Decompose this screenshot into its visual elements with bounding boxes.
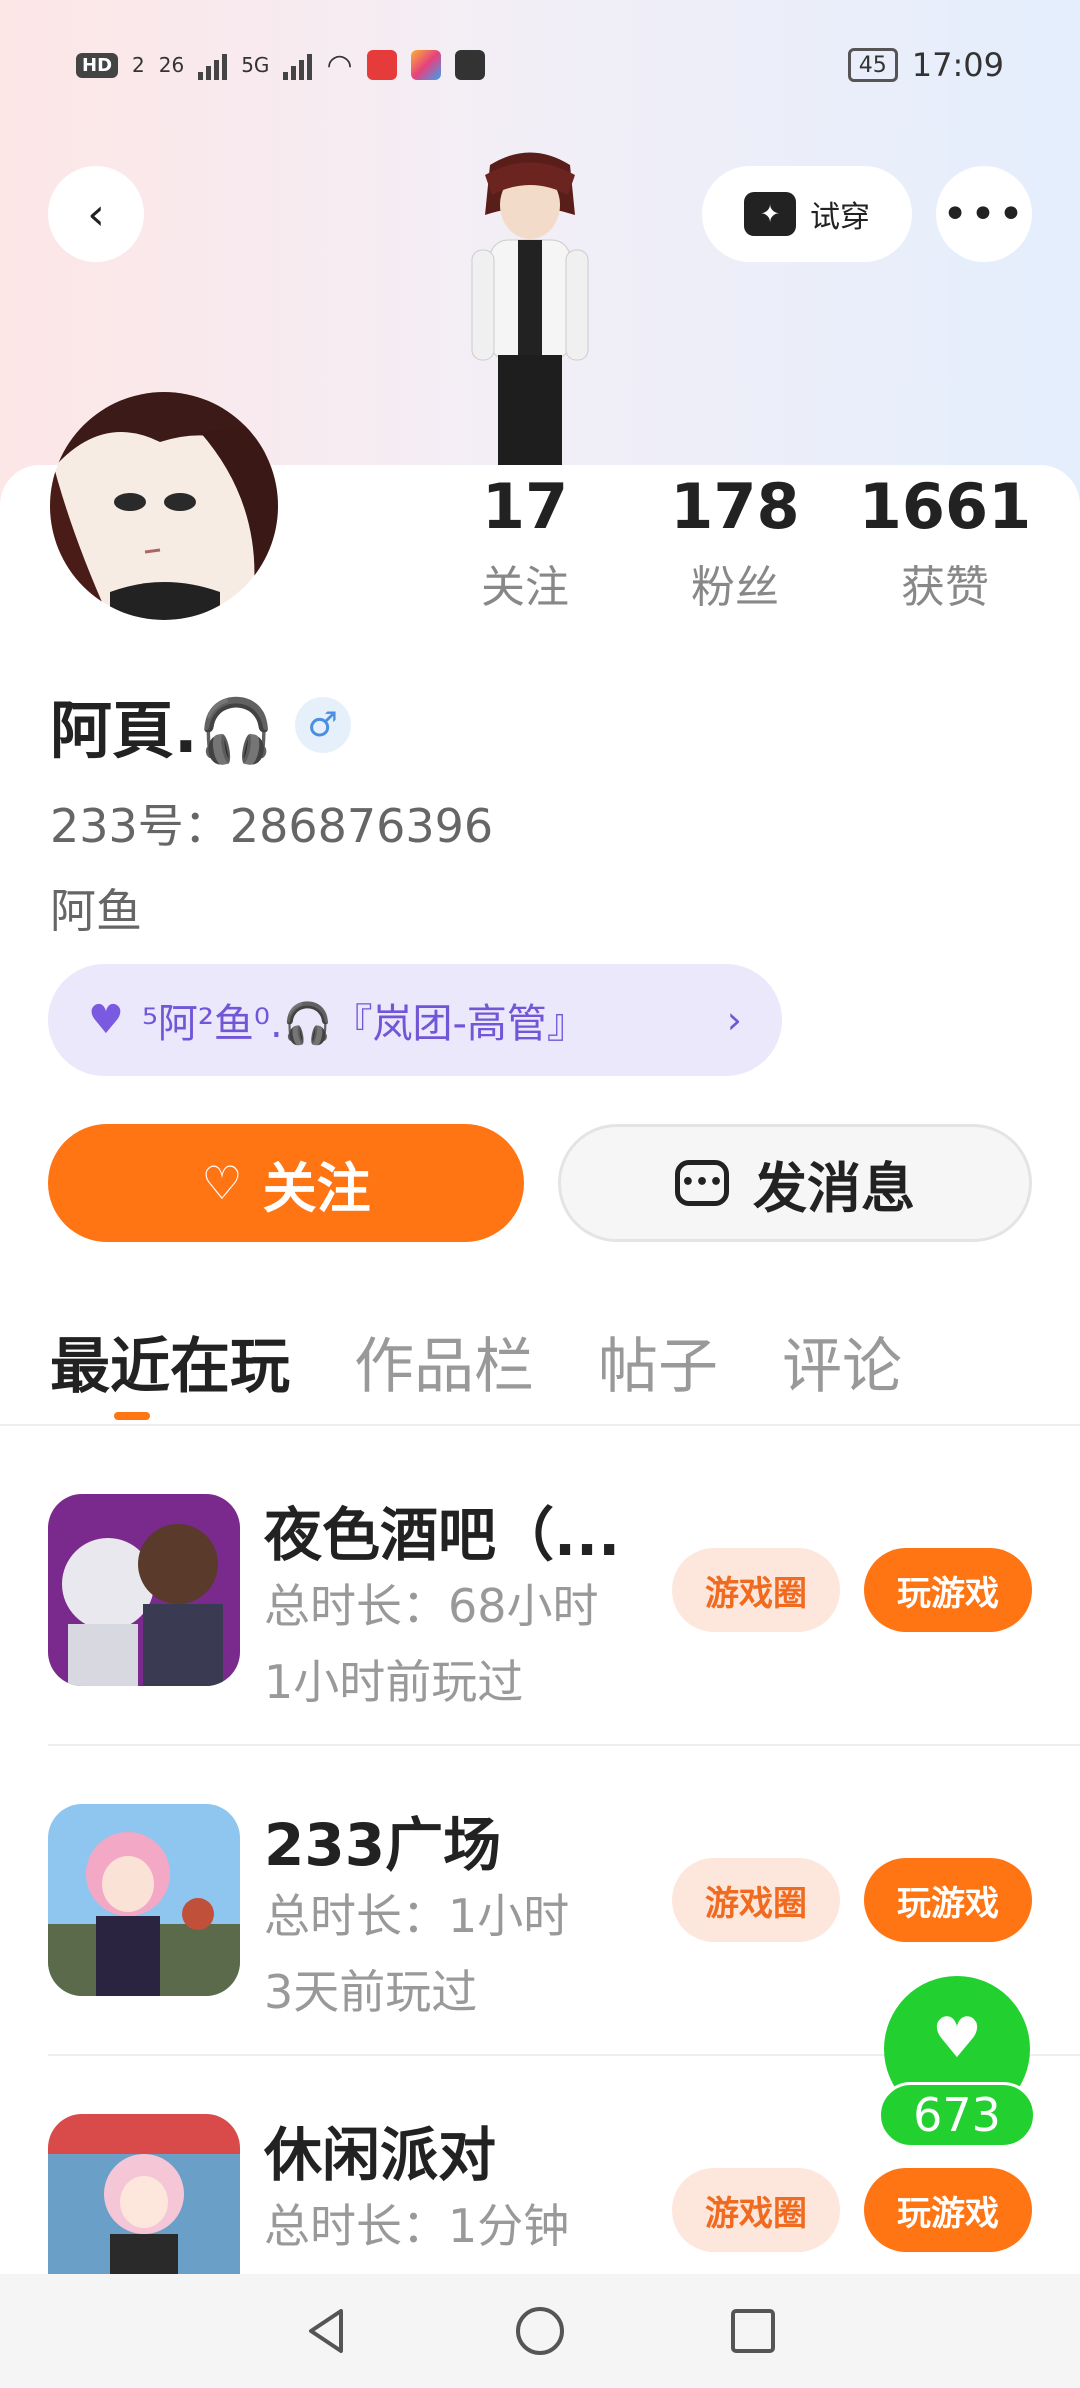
following-count: 17 xyxy=(481,470,569,543)
chevron-left-icon: ‹ xyxy=(87,188,105,240)
game-circle-button[interactable]: 游戏圈 xyxy=(672,2168,840,2252)
user-name: 阿頁.🎧 xyxy=(50,694,275,767)
game-title: 夜色酒吧（... xyxy=(264,1501,621,1569)
avatar-3d-figure xyxy=(450,145,610,465)
user-bio: 阿鱼 xyxy=(50,884,142,938)
following-label: 关注 xyxy=(481,562,569,613)
list-item[interactable]: 夜色酒吧（... 总时长：68小时 1小时前玩过 游戏圈 玩游戏 xyxy=(48,1494,1080,1709)
back-nav-icon[interactable] xyxy=(301,2305,353,2357)
game-title: 233广场 xyxy=(264,1811,502,1879)
tab-recent-play[interactable]: 最近在玩 xyxy=(50,1318,290,1405)
game-last-played: 3天前玩过 xyxy=(264,1965,478,2019)
heart-icon: ♥ xyxy=(88,997,124,1043)
game-last-played: 1小时前玩过 xyxy=(264,1655,524,1709)
back-button[interactable]: ‹ xyxy=(48,166,144,262)
game-duration: 总时长：1小时 xyxy=(264,1889,570,1943)
game-title: 休闲派对 xyxy=(264,2121,497,2189)
stat-likes[interactable]: 1661 获赞 xyxy=(840,470,1050,615)
status-bar: HD 2 26 5G ◠ 45 17:09 xyxy=(0,0,1080,130)
battery-icon: 45 xyxy=(847,48,898,82)
active-tab-indicator xyxy=(114,1412,150,1420)
user-id: 233号：286876396 xyxy=(50,799,494,853)
message-label: 发消息 xyxy=(753,1156,915,1220)
game-icon xyxy=(48,2114,240,2274)
game-icon xyxy=(48,1494,240,1686)
likes-count: 1661 xyxy=(858,470,1032,543)
row-divider xyxy=(48,1744,1080,1746)
game-icon xyxy=(48,1804,240,1996)
app-icon-colorful xyxy=(410,50,441,80)
game-duration: 总时长：68小时 xyxy=(264,1579,599,1633)
game-circle-button[interactable]: 游戏圈 xyxy=(672,1858,840,1942)
list-item[interactable]: 233广场 总时长：1小时 3天前玩过 游戏圈 玩游戏 xyxy=(48,1804,1080,2019)
status-icons: HD 2 26 5G ◠ xyxy=(76,48,485,83)
play-game-button[interactable]: 玩游戏 xyxy=(864,1858,1032,1942)
followers-count: 178 xyxy=(670,470,800,543)
hd-badge: HD xyxy=(76,52,119,78)
try-on-label: 试穿 xyxy=(810,200,870,235)
heart-icon: ♥ xyxy=(931,2006,983,2071)
group-badge[interactable]: ♥ ⁵阿²鱼⁰.🎧『岚团-高管』 › xyxy=(48,964,782,1076)
male-icon: ♂ xyxy=(294,697,351,753)
game-circle-button[interactable]: 游戏圈 xyxy=(672,1548,840,1632)
name-row: 阿頁.🎧 ♂ xyxy=(50,680,351,770)
stats-row: 17 关注 178 粉丝 1661 获赞 xyxy=(420,470,1050,615)
more-button[interactable]: ••• xyxy=(936,166,1032,262)
app-icon-red xyxy=(366,50,397,80)
sim-index: 2 xyxy=(132,53,145,77)
clock: 17:09 xyxy=(911,46,1004,84)
network-label: 26 xyxy=(158,53,185,77)
tab-works[interactable]: 作品栏 xyxy=(354,1318,534,1405)
chevron-right-icon: › xyxy=(726,998,742,1042)
more-dots-icon: ••• xyxy=(942,188,1026,240)
system-nav-bar xyxy=(0,2274,1080,2388)
signal-icon xyxy=(198,50,228,80)
signal-icon-2 xyxy=(283,50,313,80)
message-button[interactable]: ••• 发消息 xyxy=(558,1124,1032,1242)
stat-following[interactable]: 17 关注 xyxy=(420,470,630,615)
recents-nav-icon[interactable] xyxy=(727,2305,779,2357)
profile-tabs: 最近在玩 作品栏 帖子 评论 xyxy=(50,1318,902,1405)
follow-button[interactable]: ♡ 关注 xyxy=(48,1124,524,1242)
follow-label: 关注 xyxy=(262,1156,371,1220)
network-5g-label: 5G xyxy=(241,53,270,77)
try-on-button[interactable]: ✦ 试穿 xyxy=(702,166,912,262)
play-game-button[interactable]: 玩游戏 xyxy=(864,2168,1032,2252)
wifi-icon: ◠ xyxy=(326,47,353,83)
stat-followers[interactable]: 178 粉丝 xyxy=(630,470,840,615)
likes-label: 获赞 xyxy=(901,562,989,613)
play-game-button[interactable]: 玩游戏 xyxy=(864,1548,1032,1632)
followers-label: 粉丝 xyxy=(691,562,779,613)
like-count: 673 xyxy=(878,2082,1036,2148)
tab-divider xyxy=(0,1424,1080,1426)
shirt-icon: ✦ xyxy=(744,192,796,236)
app-icon-dark xyxy=(454,50,485,80)
home-nav-icon[interactable] xyxy=(514,2305,566,2357)
tab-comments[interactable]: 评论 xyxy=(782,1318,902,1405)
game-duration: 总时长：1分钟 xyxy=(264,2199,570,2253)
chat-icon: ••• xyxy=(675,1160,729,1206)
tab-posts[interactable]: 帖子 xyxy=(598,1318,718,1405)
status-right: 45 17:09 xyxy=(847,46,1004,84)
heart-plus-icon: ♡ xyxy=(201,1156,243,1210)
group-badge-label: ⁵阿²鱼⁰.🎧『岚团-高管』 xyxy=(141,1001,587,1047)
avatar[interactable] xyxy=(50,392,278,620)
